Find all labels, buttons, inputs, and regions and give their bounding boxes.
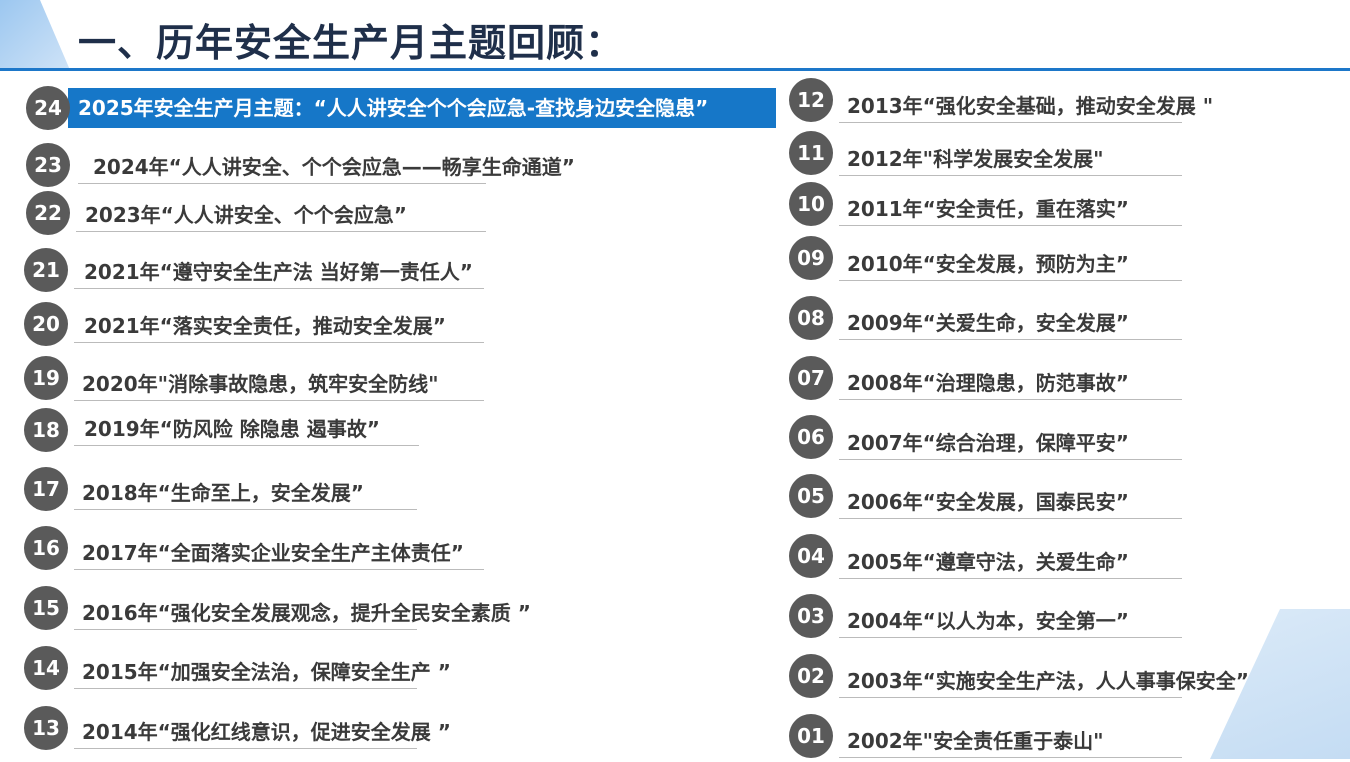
item-number-badge: 20	[24, 302, 68, 346]
item-number-badge: 13	[24, 706, 68, 750]
theme-item-10: 10 2011年“安全责任，重在落实”	[789, 182, 1249, 230]
theme-text: 2009年“关爱生命，安全发展”	[847, 311, 1129, 335]
theme-item-03: 03 2004年“以人为本，安全第一”	[789, 594, 1249, 642]
theme-text: 2012年"科学发展安全发展"	[847, 147, 1104, 171]
theme-item-09: 09 2010年“安全发展，预防为主”	[789, 236, 1249, 284]
item-underline	[839, 637, 1182, 638]
theme-text: 2010年“安全发展，预防为主”	[847, 252, 1129, 276]
theme-item-21: 21 2021年“遵守安全生产法 当好第一责任人”	[24, 248, 494, 296]
item-number-badge: 06	[789, 415, 833, 459]
item-number-badge: 01	[789, 714, 833, 758]
theme-text: 2006年“安全发展，国泰民安”	[847, 490, 1129, 514]
item-number-badge: 05	[789, 474, 833, 518]
item-underline	[74, 342, 484, 343]
theme-text: 2005年“遵章守法，关爱生命”	[847, 550, 1129, 574]
item-underline	[74, 569, 484, 570]
theme-item-22: 22 2023年“人人讲安全、个个会应急”	[26, 191, 496, 239]
theme-item-06: 06 2007年“综合治理，保障平安”	[789, 415, 1249, 463]
theme-text: 2003年“实施安全生产法，人人事事保安全”	[847, 669, 1249, 693]
theme-item-04: 04 2005年“遵章守法，关爱生命”	[789, 534, 1249, 582]
theme-text: 2021年“落实安全责任，推动安全发展”	[84, 314, 446, 338]
theme-text: 2021年“遵守安全生产法 当好第一责任人”	[84, 260, 473, 284]
item-number-badge: 24	[26, 86, 70, 130]
item-number-badge: 03	[789, 594, 833, 638]
theme-text: 2024年“人人讲安全、个个会应急——畅享生命通道”	[93, 155, 575, 179]
item-underline	[74, 748, 417, 749]
theme-text: 2018年“生命至上，安全发展”	[82, 481, 364, 505]
theme-item-05: 05 2006年“安全发展，国泰民安”	[789, 474, 1249, 522]
item-underline	[839, 225, 1182, 226]
item-underline	[74, 288, 484, 289]
item-number-badge: 11	[789, 131, 833, 175]
item-underline	[74, 688, 417, 689]
item-underline	[74, 400, 484, 401]
theme-item-18: 18 2019年“防风险 除隐患 遏事故”	[24, 408, 494, 456]
theme-item-08: 08 2009年“关爱生命，安全发展”	[789, 296, 1249, 344]
theme-text: 2002年"安全责任重于泰山"	[847, 729, 1104, 753]
item-number-badge: 21	[24, 248, 68, 292]
theme-text: 2020年"消除事故隐患，筑牢安全防线"	[82, 372, 439, 396]
item-underline	[78, 183, 486, 184]
theme-text-24: 2025年安全生产月主题：“人人讲安全个个会应急-查找身边安全隐患”	[78, 96, 709, 120]
item-underline	[839, 399, 1182, 400]
theme-item-01: 01 2002年"安全责任重于泰山"	[789, 714, 1249, 762]
item-number-badge: 16	[24, 526, 68, 570]
item-number-badge: 07	[789, 356, 833, 400]
theme-text: 2013年“强化安全基础，推动安全发展 "	[847, 94, 1214, 118]
theme-item-11: 11 2012年"科学发展安全发展"	[789, 131, 1249, 179]
item-underline	[839, 459, 1182, 460]
item-underline	[839, 697, 1182, 698]
item-underline	[839, 280, 1182, 281]
theme-item-15: 15 2016年“强化安全发展观念，提升全民安全素质 ”	[24, 586, 564, 634]
theme-item-02: 02 2003年“实施安全生产法，人人事事保安全”	[789, 654, 1289, 702]
item-number-badge: 02	[789, 654, 833, 698]
theme-item-19: 19 2020年"消除事故隐患，筑牢安全防线"	[24, 356, 494, 404]
corner-decoration-top-left	[0, 0, 70, 70]
item-underline	[74, 509, 417, 510]
theme-item-13: 13 2014年“强化红线意识，促进安全发展 ”	[24, 706, 494, 754]
theme-item-16: 16 2017年“全面落实企业安全生产主体责任”	[24, 526, 494, 574]
item-number-badge: 18	[24, 408, 68, 452]
item-number-badge: 04	[789, 534, 833, 578]
item-underline	[839, 578, 1182, 579]
theme-item-20: 20 2021年“落实安全责任，推动安全发展”	[24, 302, 494, 350]
item-number-badge: 17	[24, 467, 68, 511]
theme-item-12: 12 2013年“强化安全基础，推动安全发展 "	[789, 78, 1249, 126]
theme-item-17: 17 2018年“生命至上，安全发展”	[24, 467, 494, 515]
item-underline	[74, 629, 417, 630]
item-underline	[839, 339, 1182, 340]
item-underline	[839, 518, 1182, 519]
item-number-badge: 15	[24, 586, 68, 630]
item-number-badge: 14	[24, 646, 68, 690]
theme-item-14: 14 2015年“加强安全法治，保障安全生产 ”	[24, 646, 494, 694]
theme-text: 2011年“安全责任，重在落实”	[847, 197, 1129, 221]
item-underline	[839, 122, 1182, 123]
theme-text: 2023年“人人讲安全、个个会应急”	[85, 203, 407, 227]
page-title: 一、历年安全生产月主题回顾：	[78, 21, 625, 65]
item-number-badge: 09	[789, 236, 833, 280]
theme-text: 2015年“加强安全法治，保障安全生产 ”	[82, 660, 451, 684]
item-underline	[839, 175, 1182, 176]
theme-item-23: 23 2024年“人人讲安全、个个会应急——畅享生命通道”	[26, 143, 575, 191]
item-number-badge: 12	[789, 78, 833, 122]
item-number-badge: 23	[26, 143, 70, 187]
theme-text: 2019年“防风险 除隐患 遏事故”	[84, 417, 380, 441]
item-underline	[74, 445, 419, 446]
theme-text: 2004年“以人为本，安全第一”	[847, 609, 1129, 633]
theme-text: 2014年“强化红线意识，促进安全发展 ”	[82, 720, 451, 744]
item-underline	[839, 757, 1182, 758]
theme-text: 2007年“综合治理，保障平安”	[847, 431, 1129, 455]
item-number-badge: 19	[24, 356, 68, 400]
item-number-badge: 08	[789, 296, 833, 340]
theme-text: 2016年“强化安全发展观念，提升全民安全素质 ”	[82, 601, 531, 625]
title-underline	[0, 68, 1350, 71]
theme-item-07: 07 2008年“治理隐患，防范事故”	[789, 356, 1249, 404]
item-number-badge: 10	[789, 182, 833, 226]
theme-text: 2008年“治理隐患，防范事故”	[847, 371, 1129, 395]
item-underline	[76, 231, 486, 232]
item-number-badge: 22	[26, 191, 70, 235]
theme-text: 2017年“全面落实企业安全生产主体责任”	[82, 541, 464, 565]
